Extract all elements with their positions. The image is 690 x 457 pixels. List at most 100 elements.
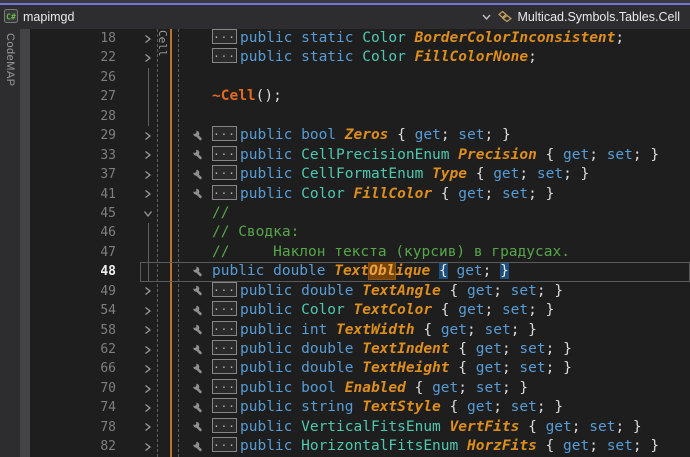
wrench-icon[interactable] bbox=[192, 324, 205, 337]
code-line[interactable]: 78...public VerticalFitsEnum VertFits { … bbox=[30, 418, 690, 437]
wrench-icon[interactable] bbox=[192, 382, 205, 395]
chevron-right-icon[interactable] bbox=[143, 345, 152, 355]
collapsed-region-box[interactable]: ... bbox=[212, 359, 237, 374]
chevron-down-icon[interactable] bbox=[143, 209, 153, 218]
codemap-tool-tab[interactable]: CodeMAP bbox=[0, 29, 20, 457]
code-line[interactable]: 29...public bool Zeros { get; set; } bbox=[30, 126, 690, 145]
chevron-right-icon[interactable] bbox=[143, 189, 152, 199]
code-token: ; } bbox=[615, 419, 641, 435]
fold-scope-line bbox=[148, 107, 149, 126]
code-line[interactable]: 62...public double TextIndent { get; set… bbox=[30, 340, 690, 359]
chevron-right-icon[interactable] bbox=[143, 53, 152, 63]
code-token: TextAngle bbox=[362, 283, 441, 299]
chevron-right-icon[interactable] bbox=[143, 422, 152, 432]
code-line[interactable]: 47// Наклон текста (курсив) в градусах. bbox=[30, 243, 690, 262]
collapsed-region-box[interactable]: ... bbox=[212, 126, 237, 141]
code-line[interactable]: 58...public int TextWidth { get; set; } bbox=[30, 321, 690, 340]
wrench-icon[interactable] bbox=[192, 363, 205, 376]
collapsed-region-box[interactable]: ... bbox=[212, 282, 237, 297]
code-text: // Наклон текста (курсив) в градусах. bbox=[155, 243, 690, 262]
code-line[interactable]: 49...public double TextAngle { get; set;… bbox=[30, 282, 690, 301]
wrench-icon[interactable] bbox=[192, 402, 205, 415]
code-token: public bbox=[240, 302, 301, 318]
fold-margin bbox=[140, 340, 155, 359]
code-token: ; bbox=[484, 186, 501, 202]
wrench-icon[interactable] bbox=[192, 343, 205, 356]
code-token: public int bbox=[240, 322, 336, 338]
code-token: TextHeight bbox=[362, 360, 449, 376]
wrench-icon[interactable] bbox=[192, 265, 205, 278]
chevron-right-icon[interactable] bbox=[143, 286, 152, 296]
wrench-icon[interactable] bbox=[192, 188, 205, 201]
code-token: set bbox=[511, 399, 537, 415]
breadcrumb[interactable]: Multicad.Symbols.Tables.Cell bbox=[497, 9, 680, 25]
collapsed-region-box[interactable]: ... bbox=[212, 398, 237, 413]
code-line[interactable]: 41...public Color FillColor { get; set; … bbox=[30, 185, 690, 204]
chevron-right-icon[interactable] bbox=[143, 403, 152, 413]
collapsed-region-box[interactable]: ... bbox=[212, 29, 237, 44]
wrench-icon[interactable] bbox=[192, 129, 205, 142]
chevron-right-icon[interactable] bbox=[143, 131, 152, 141]
chevron-right-icon[interactable] bbox=[143, 442, 152, 452]
wrench-icon[interactable] bbox=[192, 421, 205, 434]
collapsed-region-box[interactable]: ... bbox=[212, 165, 237, 180]
code-line[interactable]: 54...public Color TextColor { get; set; … bbox=[30, 301, 690, 320]
code-token: { bbox=[388, 127, 414, 143]
wrench-icon[interactable] bbox=[192, 440, 205, 453]
code-token: { bbox=[406, 380, 432, 396]
collapsed-region-box[interactable]: ... bbox=[212, 48, 237, 63]
collapsed-region-box[interactable]: ... bbox=[212, 321, 237, 336]
code-text: public double TextOblique { get; } bbox=[155, 262, 690, 281]
code-line-body: ...public string TextStyle { get; set; } bbox=[140, 398, 690, 417]
chevron-right-icon[interactable] bbox=[143, 325, 152, 335]
code-line[interactable]: 33...public CellPrecisionEnum Precision … bbox=[30, 146, 690, 165]
chevron-right-icon[interactable] bbox=[143, 384, 152, 394]
code-token: // Сводка: bbox=[212, 224, 299, 240]
document-tab[interactable]: C# mapimgd bbox=[0, 5, 84, 29]
splitter-handle[interactable] bbox=[20, 29, 30, 457]
code-token: get bbox=[563, 438, 589, 454]
chevron-down-icon[interactable] bbox=[482, 14, 491, 20]
wrench-icon[interactable] bbox=[192, 149, 205, 162]
code-line[interactable]: 37...public CellFormatEnum Type { get; s… bbox=[30, 165, 690, 184]
wrench-icon[interactable] bbox=[192, 285, 205, 298]
code-line[interactable]: 26 bbox=[30, 68, 690, 87]
wrench-icon[interactable] bbox=[192, 304, 205, 317]
collapsed-region-box[interactable]: ... bbox=[212, 418, 237, 433]
code-text: ...public Color TextColor { get; set; } bbox=[155, 301, 690, 320]
code-line[interactable]: 70...public bool Enabled { get; set; } bbox=[30, 379, 690, 398]
code-line[interactable]: 74...public string TextStyle { get; set;… bbox=[30, 398, 690, 417]
code-line[interactable]: 27~Cell(); bbox=[30, 87, 690, 106]
code-editor[interactable]: Cell 18...public static Color BorderColo… bbox=[30, 29, 690, 457]
collapsed-region-box[interactable]: ... bbox=[212, 379, 237, 394]
collapsed-region-box[interactable]: ... bbox=[212, 437, 237, 452]
code-line[interactable]: 66...public double TextHeight { get; set… bbox=[30, 359, 690, 378]
line-number: 22 bbox=[30, 48, 140, 67]
code-token: public bbox=[240, 186, 301, 202]
code-line[interactable]: 82...public HorizontalFitsEnum HorzFits … bbox=[30, 437, 690, 456]
code-line[interactable]: 46// Сводка: bbox=[30, 223, 690, 242]
code-line-body: ...public Color TextColor { get; set; } bbox=[140, 301, 690, 320]
chevron-right-icon[interactable] bbox=[143, 34, 152, 44]
code-token: (); bbox=[256, 88, 282, 104]
code-line[interactable]: 18...public static Color BorderColorInco… bbox=[30, 29, 690, 48]
chevron-right-icon[interactable] bbox=[143, 170, 152, 180]
collapsed-region-box[interactable]: ... bbox=[212, 340, 237, 355]
code-line[interactable]: 22...public static Color FillColorNone; bbox=[30, 48, 690, 67]
code-token: { bbox=[432, 186, 458, 202]
collapsed-region-box[interactable]: ... bbox=[212, 301, 237, 316]
code-line[interactable]: 45// bbox=[30, 204, 690, 223]
wrench-icon[interactable] bbox=[192, 168, 205, 181]
chevron-right-icon[interactable] bbox=[143, 306, 152, 316]
collapsed-region-box[interactable]: ... bbox=[212, 146, 237, 161]
code-line[interactable]: 28 bbox=[30, 107, 690, 126]
chevron-right-icon[interactable] bbox=[143, 150, 152, 160]
code-text bbox=[155, 107, 690, 126]
line-number: 26 bbox=[30, 68, 140, 87]
chevron-right-icon[interactable] bbox=[143, 364, 152, 374]
code-line-current[interactable]: 48public double TextOblique { get; } bbox=[30, 262, 690, 281]
code-token: Enabled bbox=[345, 380, 406, 396]
code-token: get bbox=[458, 186, 484, 202]
collapsed-region-box[interactable]: ... bbox=[212, 185, 237, 200]
code-text: ...public double TextIndent { get; set; … bbox=[155, 340, 690, 359]
